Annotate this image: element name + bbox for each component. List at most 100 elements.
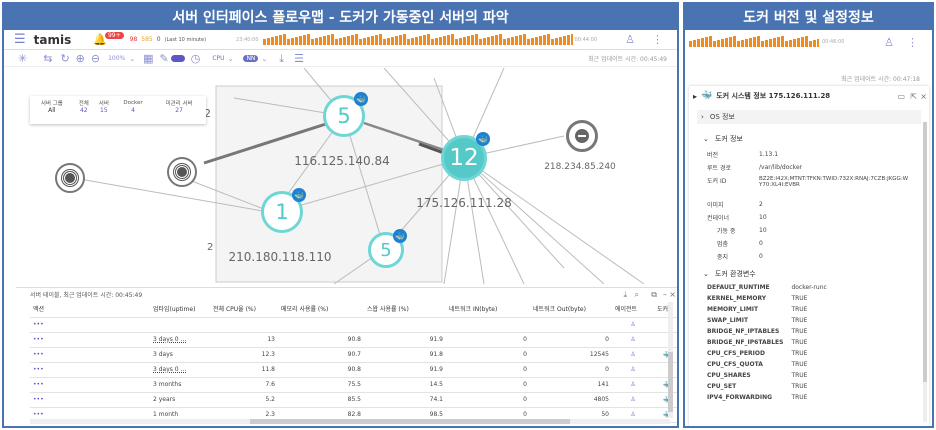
- column-header[interactable]: 도커: [654, 301, 677, 318]
- layout-icon[interactable]: ⇆: [43, 52, 52, 65]
- docker-info-title: 도커 시스템 정보 175.126.111.28: [716, 92, 831, 100]
- timeline-bar: [801, 37, 804, 47]
- agent-icon[interactable]: ♙: [630, 321, 635, 328]
- timeline-bar: [502, 38, 506, 45]
- clock-icon[interactable]: ◷: [191, 52, 201, 65]
- column-header[interactable]: 액션: [30, 301, 68, 318]
- action-menu[interactable]: •••: [30, 377, 68, 393]
- action-menu[interactable]: •••: [30, 362, 68, 378]
- column-header[interactable]: 전체 CPU율 (%): [210, 301, 278, 318]
- timeline-bars[interactable]: [262, 33, 573, 46]
- chevron-down-icon[interactable]: ⌄: [228, 55, 234, 63]
- minimize-icon[interactable]: –: [663, 290, 667, 299]
- zoom-level[interactable]: 100%: [108, 55, 125, 62]
- agent-icon[interactable]: ♙: [630, 336, 635, 343]
- search-icon[interactable]: ⌕: [635, 290, 639, 300]
- table-vscroll[interactable]: [668, 302, 673, 418]
- timeline-bar: [554, 37, 558, 45]
- agent-icon[interactable]: ♙: [630, 351, 635, 358]
- refresh-icon[interactable]: ↻: [60, 52, 69, 65]
- more-icon[interactable]: ⋮: [907, 36, 918, 49]
- user-icon[interactable]: ♙: [625, 33, 635, 46]
- more-icon[interactable]: ⋮: [652, 33, 663, 46]
- table-row[interactable]: ••• 3 days 12.3 90.7 91.8 0 12545 ♙ 🐳: [30, 347, 677, 363]
- table-row[interactable]: ••• 3 days 0 ... 13 90.8 91.9 0 0 ♙: [30, 332, 677, 348]
- docker-timeline-bars[interactable]: [689, 36, 819, 48]
- action-menu[interactable]: •••: [30, 392, 68, 408]
- column-header[interactable]: 네트워크 Out(byte): [530, 301, 612, 318]
- column-header[interactable]: [68, 301, 150, 318]
- table-row[interactable]: ••• 3 days 0 ... 11.8 90.8 91.9 0 0 ♙: [30, 362, 677, 378]
- env-value: docker-runc: [791, 284, 827, 291]
- swap-cell: 91.8: [364, 347, 446, 363]
- timeline-bar: [749, 38, 752, 47]
- cpu-select[interactable]: CPU: [212, 55, 224, 62]
- collapse-icon[interactable]: ▸: [693, 92, 697, 101]
- external-node[interactable]: [167, 157, 197, 187]
- download-icon[interactable]: ⤓: [623, 290, 627, 300]
- env-section-header[interactable]: ⌄ 도커 환경변수: [703, 269, 929, 279]
- summary-value[interactable]: 27: [152, 107, 206, 114]
- column-header[interactable]: 네트워크 IN(byte): [446, 301, 530, 318]
- docker-section-header[interactable]: ⌄ 도커 정보: [703, 134, 929, 144]
- agent-icon[interactable]: ♙: [630, 366, 635, 373]
- external-node[interactable]: [55, 163, 85, 193]
- server-node[interactable]: 12 🐳: [441, 132, 490, 181]
- server-node[interactable]: 5 🐳: [323, 92, 368, 137]
- env-value: TRUE: [791, 372, 808, 379]
- env-key: MEMORY_LIMIT: [707, 306, 759, 313]
- docker-info-table: 버전 1.13.1 루트 경로/var/lib/docker 도커 ID BZ2E:I4…: [703, 148, 913, 263]
- docker-info-value: /var/lib/docker: [759, 164, 803, 171]
- server-node[interactable]: [566, 120, 598, 152]
- chevron-down-icon[interactable]: ⌄: [129, 55, 135, 63]
- summary-value[interactable]: 15: [94, 107, 114, 114]
- summary-value[interactable]: All: [30, 107, 74, 114]
- window-icon[interactable]: ▭: [897, 92, 905, 101]
- env-row: CPU_SHARES TRUE: [703, 370, 831, 381]
- os-section-header[interactable]: › OS 정보: [697, 110, 921, 124]
- action-menu[interactable]: •••: [30, 347, 68, 363]
- zoom-out-icon[interactable]: ⊖: [91, 52, 100, 65]
- user-icon[interactable]: ♙: [884, 36, 894, 49]
- zoom-in-icon[interactable]: ⊕: [76, 52, 85, 65]
- action-menu[interactable]: •••: [30, 332, 68, 348]
- grid-icon[interactable]: ▦: [143, 52, 153, 65]
- chevron-down-icon[interactable]: ⌄: [261, 55, 267, 63]
- table-row[interactable]: ••• 3 months 7.6 75.5 14.5 0 141 ♙ 🐳: [30, 377, 677, 393]
- timeline-bar: [334, 38, 338, 45]
- column-header[interactable]: 메모리 사용률 (%): [278, 301, 364, 318]
- docker-sheet-scrollbar[interactable]: [923, 122, 927, 422]
- list-icon[interactable]: ☰: [294, 52, 304, 65]
- timeline-bar: [817, 39, 819, 47]
- column-header[interactable]: 업타임(uptime): [150, 301, 210, 318]
- timeline-start: 23:40:00: [236, 36, 259, 43]
- settings-icon[interactable]: ✳: [18, 52, 27, 65]
- agent-icon[interactable]: ♙: [630, 411, 635, 418]
- column-header[interactable]: 에이전트: [612, 301, 654, 318]
- timeline-bar: [785, 41, 788, 47]
- agent-icon[interactable]: ♙: [630, 381, 635, 388]
- close-icon[interactable]: ×: [669, 290, 676, 299]
- menu-icon[interactable]: ☰: [14, 32, 26, 47]
- timeline-bar: [414, 36, 418, 45]
- column-header[interactable]: 스왑 사용률 (%): [364, 301, 446, 318]
- docker-cell: [654, 362, 677, 378]
- table-row[interactable]: ••• ♙: [30, 317, 677, 333]
- table-scrollbar[interactable]: [30, 419, 670, 424]
- edit-icon[interactable]: ✎: [160, 52, 169, 65]
- agent-icon[interactable]: ♙: [630, 396, 635, 403]
- time-chip[interactable]: [170, 55, 185, 62]
- table-row[interactable]: ••• 2 years 5.2 85.5 74.1 0 4805 ♙ 🐳: [30, 392, 677, 408]
- server-node[interactable]: 1 🐳: [261, 188, 306, 233]
- pin-icon[interactable]: ⇱: [910, 92, 917, 101]
- chevron-down-icon: ⌄: [703, 270, 709, 278]
- export-icon[interactable]: ⤓: [279, 52, 284, 66]
- summary-value[interactable]: 42: [74, 107, 94, 114]
- action-menu[interactable]: •••: [30, 317, 68, 333]
- summary-value[interactable]: 4: [114, 107, 152, 114]
- timeline-bar: [438, 36, 442, 45]
- copy-icon[interactable]: ⧉: [651, 290, 657, 300]
- nn-chip[interactable]: NN: [243, 55, 259, 62]
- close-icon[interactable]: ×: [920, 92, 927, 101]
- server-node[interactable]: 5 🐳: [368, 229, 407, 268]
